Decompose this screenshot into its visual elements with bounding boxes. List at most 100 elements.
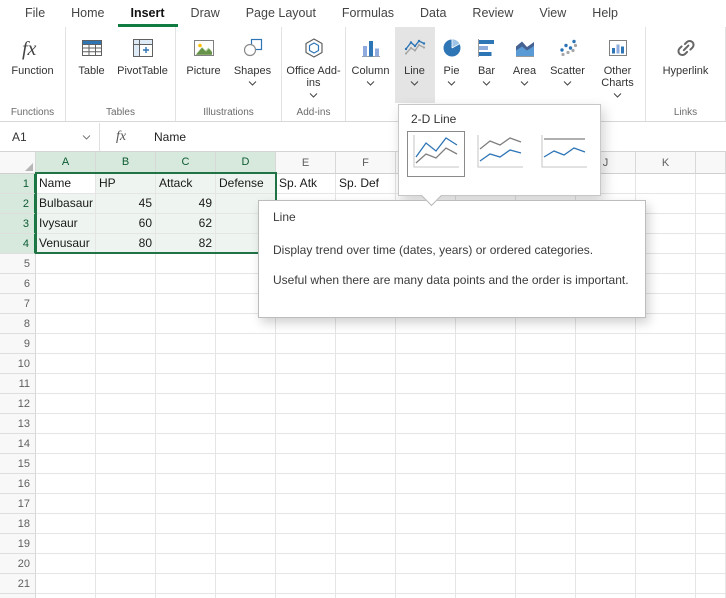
row-header-5[interactable]: 5 <box>0 254 36 274</box>
cell-B10[interactable] <box>96 354 156 374</box>
cell-E11[interactable] <box>276 374 336 394</box>
menu-tab-help[interactable]: Help <box>579 0 631 27</box>
cell-A1[interactable]: Name <box>36 174 96 194</box>
cell-E17[interactable] <box>276 494 336 514</box>
cell-B15[interactable] <box>96 454 156 474</box>
cell-D13[interactable] <box>216 414 276 434</box>
cell-C13[interactable] <box>156 414 216 434</box>
cell-D10[interactable] <box>216 354 276 374</box>
cell-J11[interactable] <box>576 374 636 394</box>
cell-C22[interactable] <box>156 594 216 598</box>
cell-F15[interactable] <box>336 454 396 474</box>
cell-A6[interactable] <box>36 274 96 294</box>
cell-F1[interactable]: Sp. Def <box>336 174 396 194</box>
cell-B8[interactable] <box>96 314 156 334</box>
cell-I22[interactable] <box>516 594 576 598</box>
ribbon-button-pie[interactable]: Pie <box>435 27 469 103</box>
ribbon-button-column[interactable]: Column <box>347 27 395 103</box>
dropdown-option-3[interactable] <box>535 131 593 177</box>
row-header-1[interactable]: 1 <box>0 174 36 194</box>
menu-tab-page-layout[interactable]: Page Layout <box>233 0 329 27</box>
row-header-4[interactable]: 4 <box>0 234 36 254</box>
menu-tab-draw[interactable]: Draw <box>178 0 233 27</box>
cell-E1[interactable]: Sp. Atk <box>276 174 336 194</box>
cell-E13[interactable] <box>276 414 336 434</box>
cell-H17[interactable] <box>456 494 516 514</box>
row-header-18[interactable]: 18 <box>0 514 36 534</box>
ribbon-button-hyperlink[interactable]: Hyperlink <box>651 27 721 103</box>
cell-D9[interactable] <box>216 334 276 354</box>
cell-F13[interactable] <box>336 414 396 434</box>
ribbon-button-shapes[interactable]: Shapes <box>228 27 278 103</box>
cell-K22[interactable] <box>636 594 696 598</box>
cell-H22[interactable] <box>456 594 516 598</box>
row-header-22[interactable]: 22 <box>0 594 36 598</box>
select-all-button[interactable] <box>0 152 36 174</box>
cell-F10[interactable] <box>336 354 396 374</box>
ribbon-button-other-charts[interactable]: Other Charts <box>591 27 645 103</box>
cell-H15[interactable] <box>456 454 516 474</box>
cell-A22[interactable] <box>36 594 96 598</box>
cell-G9[interactable] <box>396 334 456 354</box>
cell-G13[interactable] <box>396 414 456 434</box>
cell-C8[interactable] <box>156 314 216 334</box>
row-header-7[interactable]: 7 <box>0 294 36 314</box>
cell-G20[interactable] <box>396 554 456 574</box>
row-header-10[interactable]: 10 <box>0 354 36 374</box>
cell-K12[interactable] <box>636 394 696 414</box>
cell-K13[interactable] <box>636 414 696 434</box>
cell-A21[interactable] <box>36 574 96 594</box>
cell-K1[interactable] <box>636 174 696 194</box>
cell-H20[interactable] <box>456 554 516 574</box>
cell-H11[interactable] <box>456 374 516 394</box>
cell-F22[interactable] <box>336 594 396 598</box>
cell-C19[interactable] <box>156 534 216 554</box>
cell-H13[interactable] <box>456 414 516 434</box>
cell-K15[interactable] <box>636 454 696 474</box>
cell-E10[interactable] <box>276 354 336 374</box>
cell-A4[interactable]: Venusaur <box>36 234 96 254</box>
dropdown-option-2[interactable] <box>471 131 529 177</box>
cell-G18[interactable] <box>396 514 456 534</box>
column-header-A[interactable]: A <box>36 152 96 174</box>
chevron-down-icon[interactable] <box>82 134 91 140</box>
cell-B1[interactable]: HP <box>96 174 156 194</box>
cell-B12[interactable] <box>96 394 156 414</box>
cell-J12[interactable] <box>576 394 636 414</box>
fx-icon[interactable]: fx <box>100 129 142 145</box>
cell-F12[interactable] <box>336 394 396 414</box>
cell-G22[interactable] <box>396 594 456 598</box>
cell-B2[interactable]: 45 <box>96 194 156 214</box>
cell-A15[interactable] <box>36 454 96 474</box>
cell-G12[interactable] <box>396 394 456 414</box>
cell-C6[interactable] <box>156 274 216 294</box>
ribbon-button-picture[interactable]: Picture <box>180 27 228 103</box>
cell-B4[interactable]: 80 <box>96 234 156 254</box>
cell-A19[interactable] <box>36 534 96 554</box>
cell-E16[interactable] <box>276 474 336 494</box>
cell-A16[interactable] <box>36 474 96 494</box>
cell-J9[interactable] <box>576 334 636 354</box>
cell-J14[interactable] <box>576 434 636 454</box>
cell-B14[interactable] <box>96 434 156 454</box>
cell-K18[interactable] <box>636 514 696 534</box>
cell-H10[interactable] <box>456 354 516 374</box>
cell-G14[interactable] <box>396 434 456 454</box>
cell-B13[interactable] <box>96 414 156 434</box>
ribbon-button-office-add-ins[interactable]: Office Add-ins <box>283 27 345 103</box>
cell-G10[interactable] <box>396 354 456 374</box>
row-header-8[interactable]: 8 <box>0 314 36 334</box>
cell-F14[interactable] <box>336 434 396 454</box>
cell-K19[interactable] <box>636 534 696 554</box>
menu-tab-file[interactable]: File <box>12 0 58 27</box>
cell-I19[interactable] <box>516 534 576 554</box>
ribbon-button-pivottable[interactable]: PivotTable <box>114 27 172 103</box>
cell-B21[interactable] <box>96 574 156 594</box>
cell-C11[interactable] <box>156 374 216 394</box>
row-header-13[interactable]: 13 <box>0 414 36 434</box>
cell-D11[interactable] <box>216 374 276 394</box>
row-header-15[interactable]: 15 <box>0 454 36 474</box>
row-header-21[interactable]: 21 <box>0 574 36 594</box>
cell-B3[interactable]: 60 <box>96 214 156 234</box>
row-header-9[interactable]: 9 <box>0 334 36 354</box>
